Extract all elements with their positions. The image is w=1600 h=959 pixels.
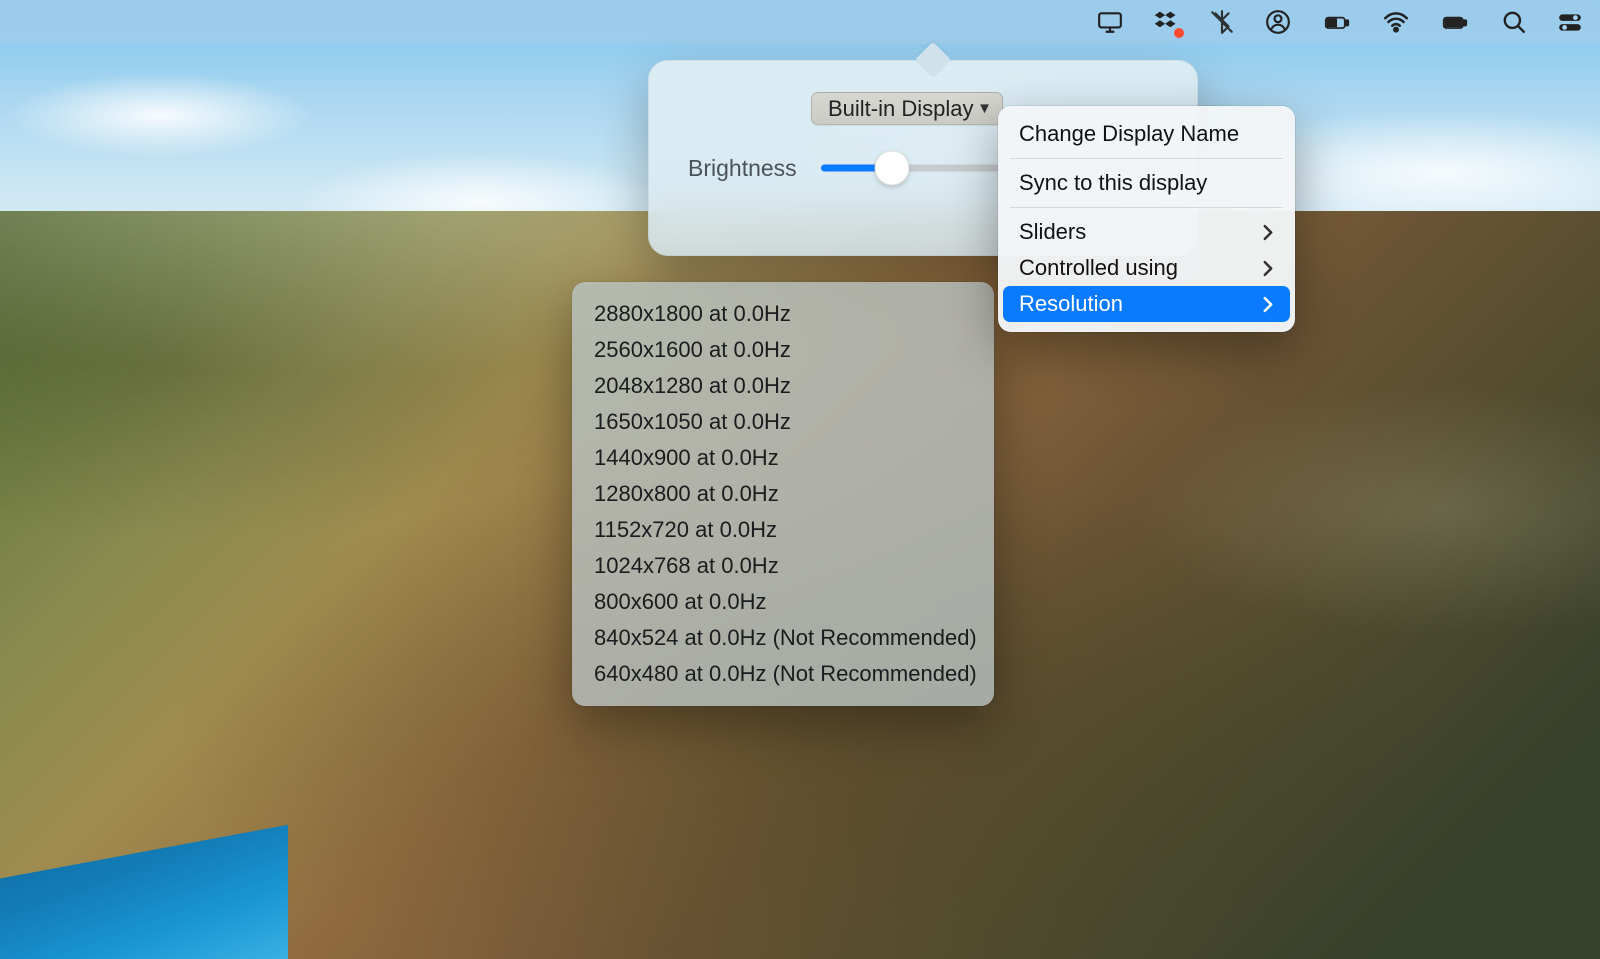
menu-item-label: Resolution bbox=[1019, 291, 1123, 317]
resolution-option-label: 2880x1800 at 0.0Hz bbox=[594, 301, 791, 327]
resolution-option-label: 1650x1050 at 0.0Hz bbox=[594, 409, 791, 435]
menu-separator bbox=[1010, 207, 1283, 208]
resolution-option[interactable]: 800x600 at 0.0Hz bbox=[594, 584, 972, 620]
chevron-right-icon bbox=[1262, 296, 1274, 313]
battery-full-icon[interactable] bbox=[1438, 8, 1472, 36]
chevron-right-icon bbox=[1262, 224, 1274, 241]
menu-item-label: Change Display Name bbox=[1019, 121, 1239, 147]
resolution-option-label: 1440x900 at 0.0Hz bbox=[594, 445, 779, 471]
search-icon[interactable] bbox=[1500, 8, 1528, 36]
chevron-right-icon bbox=[1262, 260, 1274, 277]
menu-bar bbox=[0, 0, 1600, 44]
display-select-label: Built-in Display bbox=[828, 96, 974, 122]
resolution-option-label: 1024x768 at 0.0Hz bbox=[594, 553, 779, 579]
menu-item-label: Controlled using bbox=[1019, 255, 1178, 281]
display-context-menu: Change Display Name Sync to this display… bbox=[998, 106, 1295, 332]
control-center-icon[interactable] bbox=[1556, 8, 1584, 36]
dropdown-triangle-icon: ▼ bbox=[977, 100, 992, 117]
user-icon[interactable] bbox=[1264, 8, 1292, 36]
wifi-icon[interactable] bbox=[1382, 8, 1410, 36]
resolution-option[interactable]: 840x524 at 0.0Hz (Not Recommended) bbox=[594, 620, 972, 656]
resolution-option[interactable]: 2048x1280 at 0.0Hz bbox=[594, 368, 972, 404]
display-menu-icon[interactable] bbox=[1096, 8, 1124, 36]
resolution-option-label: 800x600 at 0.0Hz bbox=[594, 589, 766, 615]
resolution-option[interactable]: 1650x1050 at 0.0Hz bbox=[594, 404, 972, 440]
brightness-slider-thumb[interactable] bbox=[874, 151, 909, 186]
resolution-option[interactable]: 1152x720 at 0.0Hz bbox=[594, 512, 972, 548]
resolution-option[interactable]: 1280x800 at 0.0Hz bbox=[594, 476, 972, 512]
menu-item-change-display-name[interactable]: Change Display Name bbox=[1003, 116, 1290, 152]
resolution-option-label: 1152x720 at 0.0Hz bbox=[594, 517, 777, 543]
menu-item-resolution[interactable]: Resolution bbox=[1003, 286, 1290, 322]
resolution-submenu: 2880x1800 at 0.0Hz 2560x1600 at 0.0Hz 20… bbox=[572, 282, 994, 706]
resolution-option[interactable]: 1440x900 at 0.0Hz bbox=[594, 440, 972, 476]
resolution-option-label: 2048x1280 at 0.0Hz bbox=[594, 373, 791, 399]
resolution-option-label: 840x524 at 0.0Hz (Not Recommended) bbox=[594, 625, 977, 651]
menu-item-label: Sync to this display bbox=[1019, 170, 1207, 196]
menu-item-sync-to-display[interactable]: Sync to this display bbox=[1003, 165, 1290, 201]
menu-item-sliders[interactable]: Sliders bbox=[1003, 214, 1290, 250]
brightness-label: Brightness bbox=[688, 155, 797, 182]
resolution-option[interactable]: 640x480 at 0.0Hz (Not Recommended) bbox=[594, 656, 972, 692]
menu-item-controlled-using[interactable]: Controlled using bbox=[1003, 250, 1290, 286]
resolution-option-label: 640x480 at 0.0Hz (Not Recommended) bbox=[594, 661, 977, 687]
battery-icon[interactable] bbox=[1320, 8, 1354, 36]
display-select-dropdown[interactable]: Built-in Display ▼ bbox=[811, 92, 1003, 125]
menu-item-label: Sliders bbox=[1019, 219, 1086, 245]
notification-badge bbox=[1174, 28, 1184, 38]
resolution-option[interactable]: 1024x768 at 0.0Hz bbox=[594, 548, 972, 584]
resolution-option-label: 2560x1600 at 0.0Hz bbox=[594, 337, 791, 363]
resolution-option-label: 1280x800 at 0.0Hz bbox=[594, 481, 779, 507]
resolution-option[interactable]: 2880x1800 at 0.0Hz bbox=[594, 296, 972, 332]
dropbox-icon[interactable] bbox=[1152, 8, 1180, 36]
resolution-option[interactable]: 2560x1600 at 0.0Hz bbox=[594, 332, 972, 368]
menu-separator bbox=[1010, 158, 1283, 159]
bluetooth-off-icon[interactable] bbox=[1208, 8, 1236, 36]
